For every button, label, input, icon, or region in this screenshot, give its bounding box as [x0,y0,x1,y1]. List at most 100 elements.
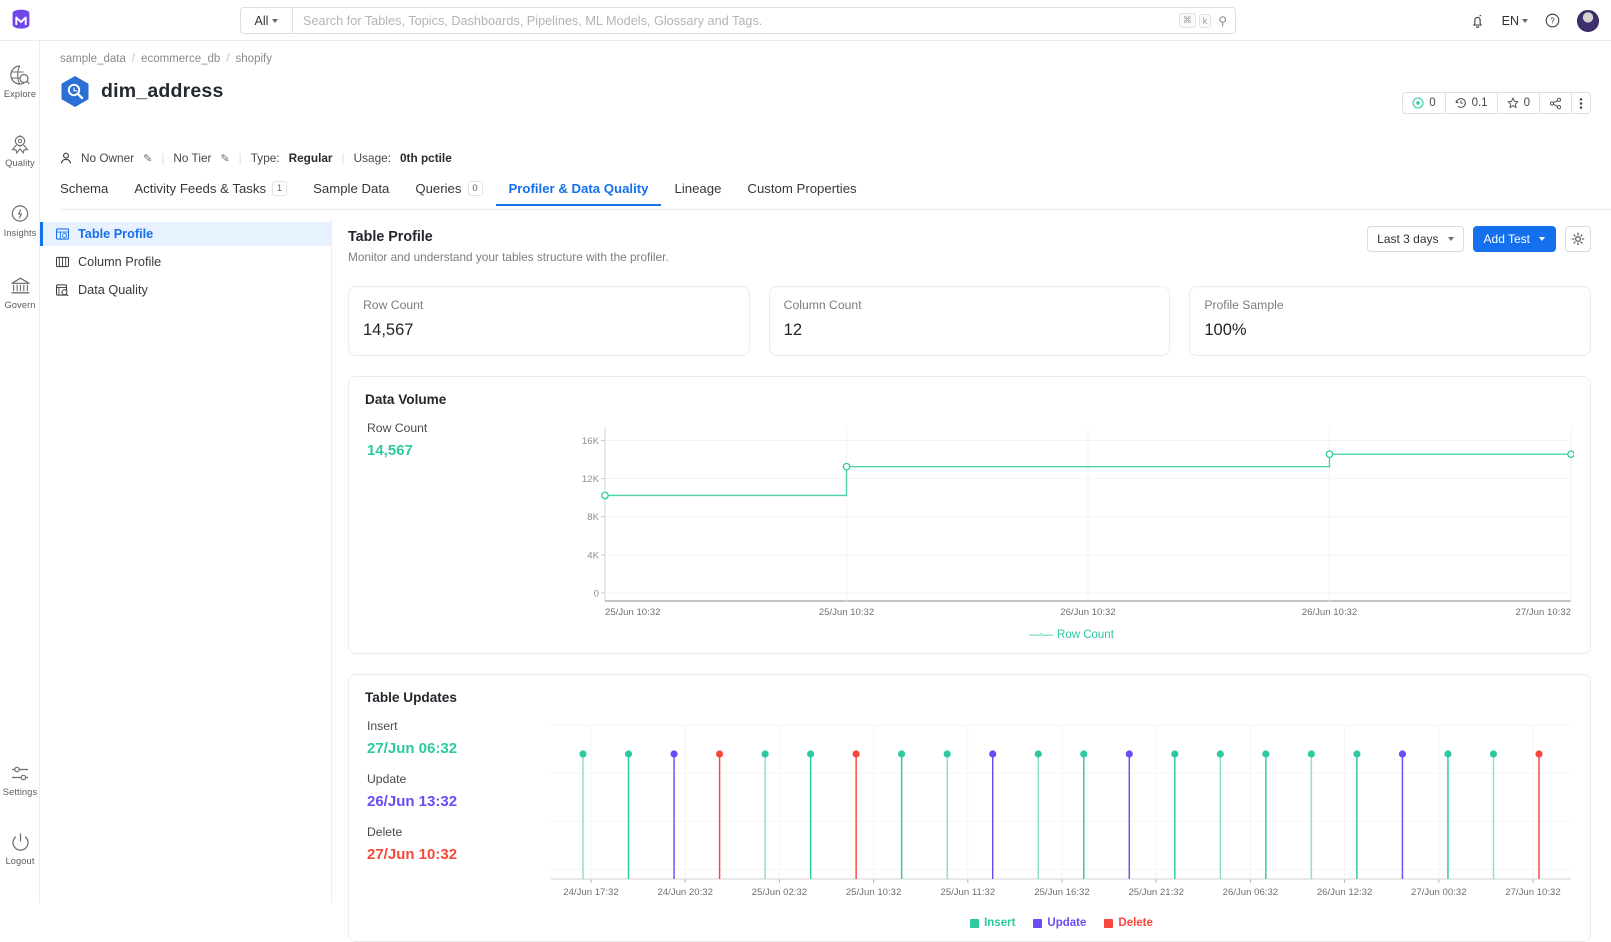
svg-text:27/Jun 10:32: 27/Jun 10:32 [1505,887,1560,898]
svg-text:4K: 4K [587,550,599,561]
search-input[interactable] [303,13,1176,28]
sidebar-item-column-profile[interactable]: Column Profile [40,250,331,274]
add-test-button[interactable]: Add Test [1472,226,1556,252]
search-input-wrapper[interactable]: ⌘ k ⚲ [292,7,1236,34]
rail-item-insights[interactable]: Insights [0,203,40,238]
summary-value: 27/Jun 06:32 [367,740,458,757]
rail-label: Govern [4,300,36,310]
tab-label: Activity Feeds & Tasks [134,181,267,196]
type-label: Type: [250,151,280,165]
history-icon [1455,98,1466,108]
tab-sample-data[interactable]: Sample Data [300,181,402,205]
edit-owner-pencil-icon[interactable]: ✎ [143,152,152,165]
bank-icon [10,277,30,294]
svg-text:24/Jun 17:32: 24/Jun 17:32 [563,887,618,898]
stat-card-column-count: Column Count 12 [768,286,1171,356]
legend-item-update[interactable]: Update [1033,917,1086,929]
left-rail: Explore Quality Insights Govern Settings… [0,41,40,903]
tab-label: Sample Data [313,181,390,196]
svg-text:25/Jun 11:32: 25/Jun 11:32 [940,887,995,898]
chevron-down-icon [1522,18,1528,23]
panel-body: Insert 27/Jun 06:32 Update 26/Jun 13:32 … [365,719,1574,929]
search-icon[interactable]: ⚲ [1218,14,1227,28]
svg-text:25/Jun 16:32: 25/Jun 16:32 [1034,887,1089,898]
legend-item-delete[interactable]: Delete [1104,917,1153,929]
legend-item-insert[interactable]: Insert [970,917,1015,929]
tab-activity-feeds-tasks[interactable]: Activity Feeds & Tasks 1 [121,181,300,205]
app-logo[interactable] [0,0,41,41]
legend-item-row-count[interactable]: ―◦― Row Count [1029,629,1114,641]
share-icon [1549,97,1562,109]
tab-profiler-data-quality[interactable]: Profiler & Data Quality [495,181,662,206]
tab-lineage[interactable]: Lineage [661,181,734,205]
tab-custom-properties[interactable]: Custom Properties [734,181,869,205]
breadcrumb-separator: / [131,53,136,65]
data-volume-chart[interactable]: 0 4K 8K 12K 16K 25/Jun 10:32 25/Jun 10:32 26/Ju… [569,421,1574,641]
svg-text:?: ? [1550,17,1555,26]
globe-search-icon [10,65,30,85]
stat-label: Column Count [783,298,862,312]
share-button[interactable] [1539,92,1571,114]
summary-block-update: Update 26/Jun 13:32 [367,772,549,810]
breadcrumb: sample_data / ecommerce_db / shopify [60,53,272,65]
legend-swatch-icon [1033,918,1043,928]
edit-tier-pencil-icon[interactable]: ✎ [220,152,229,165]
legend-label: Delete [1118,917,1153,929]
follow-button[interactable]: 0 [1496,92,1539,114]
profiler-settings-button[interactable] [1565,226,1591,252]
tier-label: No Tier [173,151,212,165]
sidebar-item-label: Table Profile [78,227,154,241]
more-menu-button[interactable] [1571,92,1591,114]
version-value: 0.1 [1471,97,1488,109]
search-scope-select[interactable]: All [240,7,292,34]
stat-label: Profile Sample [1204,298,1284,312]
announcement-count-value: 0 [1429,97,1436,109]
table-updates-legend: Insert Update Delete [549,917,1574,929]
summary-label: Insert [367,719,398,733]
tab-schema[interactable]: Schema [60,181,121,205]
usage-value: 0th pctile [399,151,452,165]
rail-item-settings[interactable]: Settings [0,763,40,797]
language-label: EN [1501,13,1519,28]
sidebar-item-data-quality[interactable]: Data Quality [40,278,331,302]
table-updates-chart[interactable]: 24/Jun 17:32 24/Jun 20:32 25/Jun 02:32 25/J… [549,719,1574,929]
legend-swatch-icon [1104,918,1114,928]
top-bar: All ⌘ k ⚲ EN ? [0,0,1611,41]
notification-bell-icon[interactable] [1470,13,1485,29]
lightbulb-icon [11,205,29,222]
stat-value: 12 [783,321,803,339]
rail-item-logout[interactable]: Logout [0,832,40,866]
rail-item-explore[interactable]: Explore [0,64,40,99]
panel-title: Data Volume [365,392,447,407]
tab-queries[interactable]: Queries 0 [402,181,495,205]
tab-label: Custom Properties [747,181,857,196]
rail-label: Quality [5,158,35,168]
help-circle-icon[interactable]: ? [1545,13,1560,28]
version-button[interactable]: 0.1 [1444,92,1497,114]
top-bar-actions: EN ? [1470,0,1599,41]
user-avatar[interactable] [1577,9,1599,32]
sidebar-item-label: Data Quality [78,283,148,297]
breadcrumb-item-0[interactable]: sample_data [60,53,126,65]
announcement-count-button[interactable]: 0 [1402,92,1445,114]
tab-label: Queries [415,181,462,196]
tab-label: Schema [60,181,109,196]
stat-card-row-count: Row Count 14,567 [348,286,750,356]
table-updates-summary: Insert 27/Jun 06:32 Update 26/Jun 13:32 … [365,719,549,929]
language-selector[interactable]: EN [1502,14,1528,28]
tab-label: Lineage [674,181,722,196]
chevron-down-icon [1447,237,1454,241]
sidebar-item-table-profile[interactable]: Table Profile [40,222,331,246]
divider: | [341,151,345,165]
summary-value: 26/Jun 13:32 [367,793,458,810]
profile-stat-cards: Row Count 14,567 Column Count 12 Profile… [348,286,1592,356]
rail-item-quality[interactable]: Quality [0,133,40,168]
date-filter-dropdown[interactable]: Last 3 days [1367,226,1464,252]
summary-label: Update [367,772,407,786]
summary-block-insert: Insert 27/Jun 06:32 [367,719,549,757]
breadcrumb-item-1[interactable]: ecommerce_db [141,53,220,65]
rail-item-govern[interactable]: Govern [0,275,40,310]
breadcrumb-item-2[interactable]: shopify [236,53,272,65]
main-area: sample_data / ecommerce_db / shopify dim… [40,41,1611,942]
date-filter-label: Last 3 days [1377,232,1439,246]
